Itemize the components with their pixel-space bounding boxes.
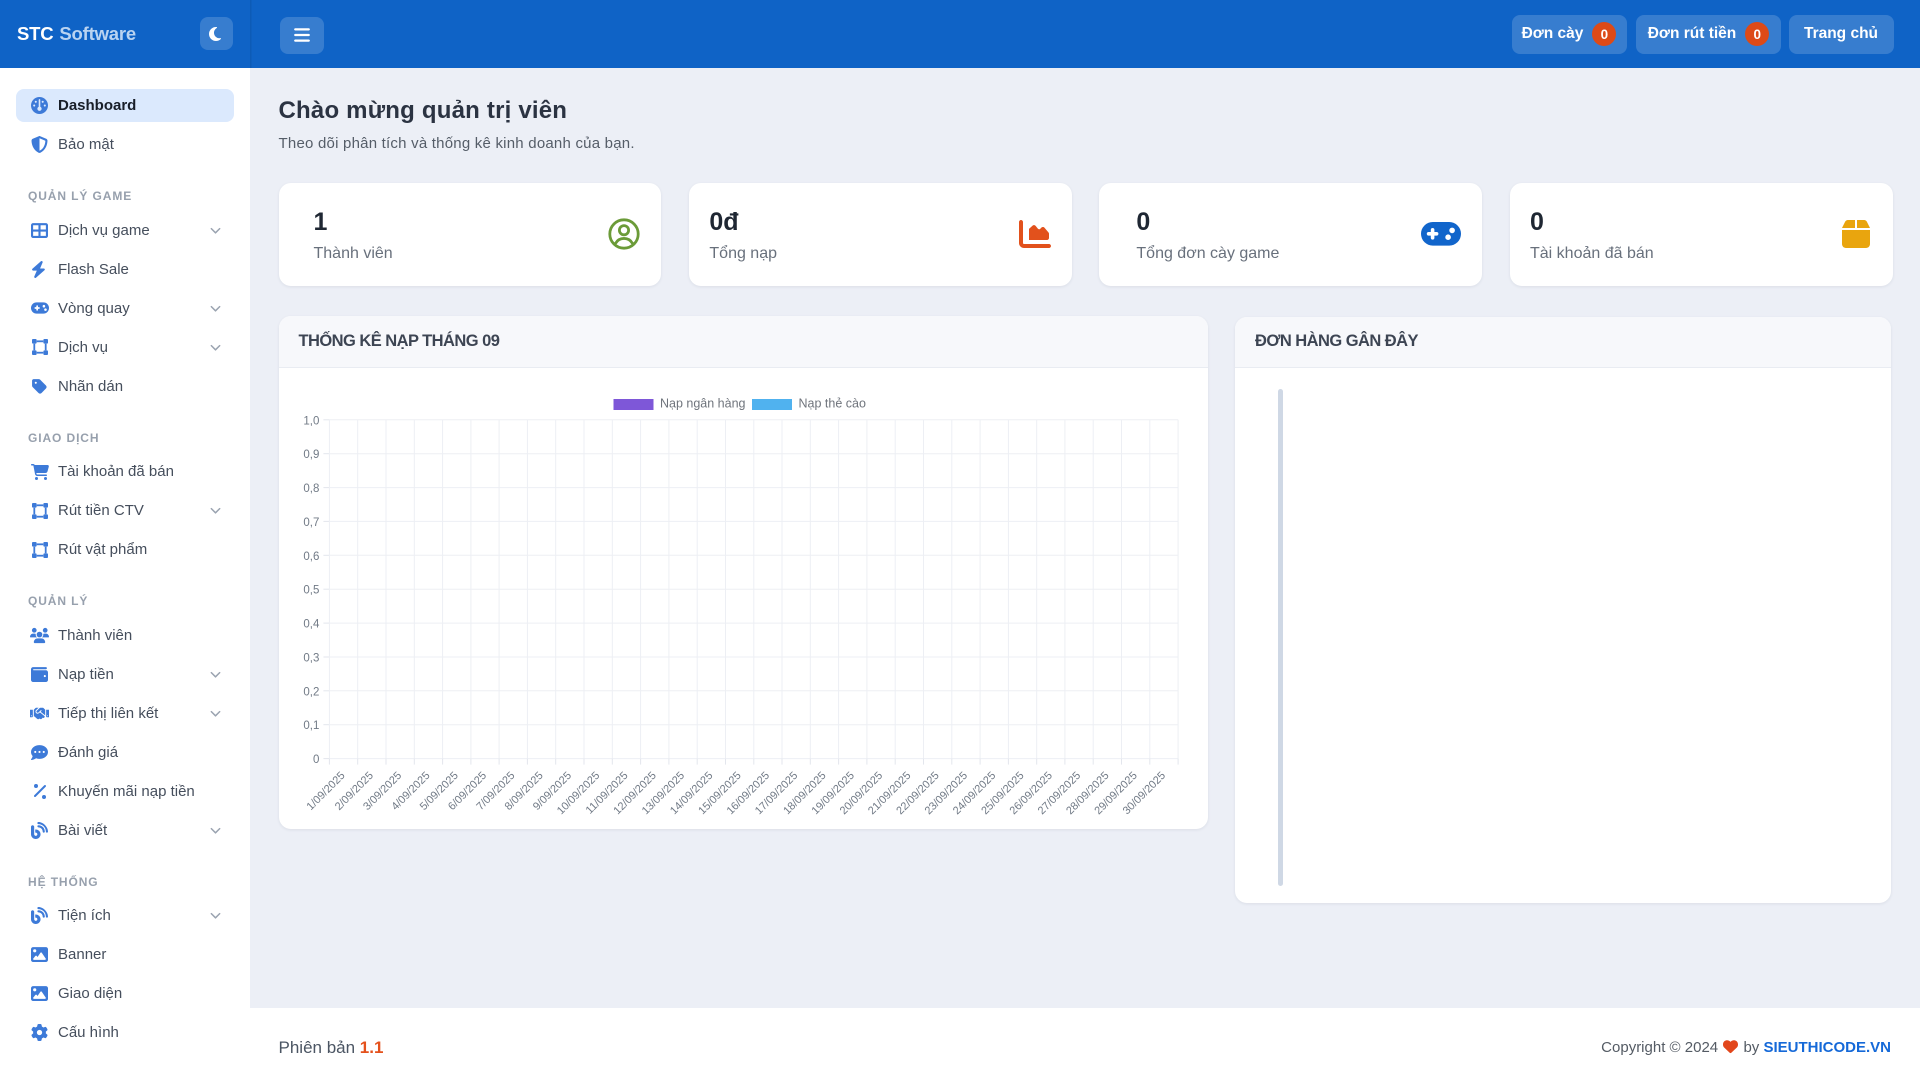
svg-text:0,8: 0,8: [303, 483, 319, 495]
svg-text:0,6: 0,6: [303, 551, 319, 563]
svg-text:0,9: 0,9: [303, 449, 319, 461]
svg-text:0,2: 0,2: [303, 686, 319, 698]
svg-text:0,4: 0,4: [303, 618, 320, 630]
svg-text:Nạp ngân hàng: Nạp ngân hàng: [660, 396, 746, 410]
svg-text:0: 0: [312, 754, 318, 766]
svg-text:0,7: 0,7: [303, 517, 319, 529]
svg-text:0,5: 0,5: [303, 584, 319, 596]
svg-text:1,0: 1,0: [303, 415, 319, 427]
svg-text:0,1: 0,1: [303, 720, 319, 732]
svg-text:Nạp thẻ cào: Nạp thẻ cào: [798, 396, 865, 410]
svg-text:0,3: 0,3: [303, 652, 319, 664]
